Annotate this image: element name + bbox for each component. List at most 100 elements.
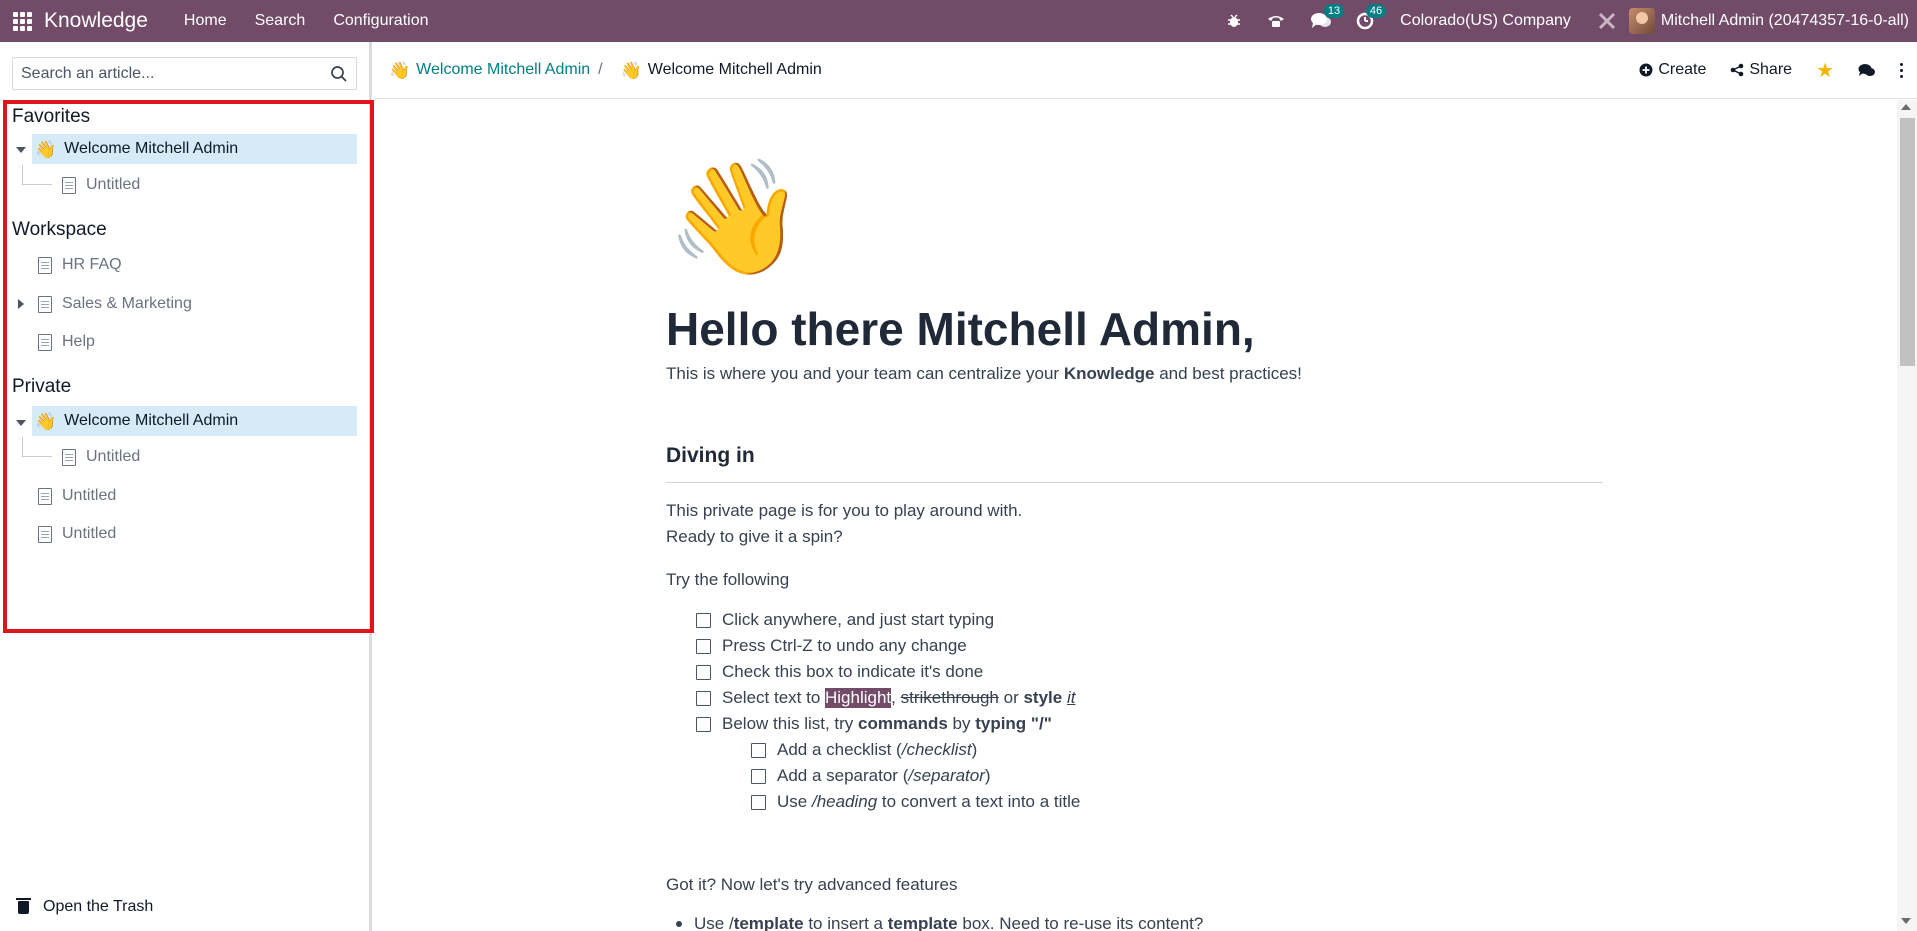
checklist-item[interactable]: Press Ctrl-Z to undo any change [696, 636, 967, 656]
article-emoji-icon[interactable]: 👋 [666, 162, 805, 274]
italic-sample: it [1066, 688, 1076, 707]
scroll-down-arrow-icon[interactable] [1901, 918, 1911, 924]
share-button[interactable]: Share [1730, 61, 1792, 79]
paragraph[interactable]: Try the following [666, 570, 789, 590]
tree-connector [22, 165, 52, 185]
favorite-article-untitled[interactable]: Untitled [56, 170, 356, 200]
article-label: Welcome Mitchell Admin [64, 140, 239, 157]
menu-home[interactable]: Home [170, 0, 241, 42]
private-article-untitled[interactable]: Untitled [32, 519, 357, 549]
article-search-input[interactable] [13, 64, 313, 83]
document-icon [38, 256, 52, 274]
sub-checklist-item[interactable]: Add a separator (/separator) [751, 766, 991, 786]
sub-checklist-item[interactable]: Add a checklist (/checklist) [751, 740, 977, 760]
open-trash-link[interactable]: Open the Trash [16, 897, 153, 916]
checkbox[interactable] [696, 690, 711, 706]
company-switcher[interactable]: Colorado(US) Company [1386, 12, 1585, 30]
checkbox[interactable] [696, 664, 711, 680]
workspace-article-help[interactable]: Help [32, 327, 357, 357]
article-label: Untitled [62, 525, 117, 542]
favorite-article-welcome[interactable]: 👋 Welcome Mitchell Admin [32, 134, 357, 164]
breadcrumb: 👋 Welcome Mitchell Admin / 👋 Welcome Mit… [375, 61, 822, 79]
user-menu[interactable]: Mitchell Admin (20474357-16-0-all) [1628, 8, 1917, 34]
checkbox[interactable] [696, 612, 711, 628]
menu-search[interactable]: Search [241, 0, 320, 42]
favorite-toggle-button[interactable]: ★ [1816, 58, 1834, 83]
phone-icon[interactable] [1254, 0, 1298, 42]
app-grid-icon[interactable] [0, 0, 44, 42]
checklist-text: Check this box to indicate it's done [722, 662, 984, 681]
command-italic: /separator [908, 766, 985, 785]
workspace-title: Workspace [12, 219, 107, 240]
scrollbar-thumb[interactable] [1900, 118, 1915, 366]
workspace-article-hr-faq[interactable]: HR FAQ [32, 250, 357, 280]
scroll-up-arrow-icon[interactable] [1901, 104, 1911, 110]
article-label: Welcome Mitchell Admin [64, 412, 239, 429]
caret-down-icon[interactable] [16, 420, 26, 426]
messages-badge: 13 [1323, 4, 1345, 18]
checklist-item[interactable]: Select text to Highlight, strikethrough … [696, 688, 1075, 708]
template-bold: template [887, 914, 958, 931]
section-heading[interactable]: Diving in [666, 444, 755, 468]
paragraph[interactable]: Got it? Now let's try advanced features [666, 875, 957, 895]
search-icon[interactable] [330, 65, 348, 83]
section-divider [666, 482, 1603, 483]
intro-text: This is where you and your team can cent… [666, 364, 1064, 383]
checklist-text-end: ) [984, 766, 991, 785]
caret-down-icon[interactable] [16, 147, 26, 153]
private-article-untitled-child[interactable]: Untitled [56, 442, 356, 472]
comments-button[interactable] [1858, 63, 1876, 78]
checklist-text: Use [777, 792, 812, 811]
by-text: by [947, 714, 976, 733]
article-intro[interactable]: This is where you and your team can cent… [666, 364, 1302, 384]
private-article-welcome[interactable]: 👋 Welcome Mitchell Admin [32, 406, 357, 436]
article-header: 👋 Welcome Mitchell Admin / 👋 Welcome Mit… [375, 42, 1917, 99]
create-label: Create [1658, 61, 1707, 78]
document-icon [38, 295, 52, 313]
article-search-box[interactable] [12, 57, 357, 90]
paragraph[interactable]: This private page is for you to play aro… [666, 501, 1022, 521]
breadcrumb-parent-link[interactable]: Welcome Mitchell Admin [416, 61, 590, 79]
checkbox[interactable] [696, 638, 711, 654]
checklist-text: Click anywhere, and just start typing [722, 610, 995, 629]
checklist-item[interactable]: Click anywhere, and just start typing [696, 610, 994, 630]
activities-clock-icon[interactable]: 46 [1344, 0, 1387, 42]
user-name: Mitchell Admin (20474357-16-0-all) [1660, 12, 1909, 29]
paragraph[interactable]: Ready to give it a spin? [666, 527, 843, 547]
activities-badge: 46 [1365, 4, 1387, 18]
private-article-untitled[interactable]: Untitled [32, 481, 357, 511]
messages-icon[interactable]: 13 [1298, 0, 1345, 42]
checklist-item[interactable]: Check this box to indicate it's done [696, 662, 983, 682]
checkbox[interactable] [751, 742, 766, 758]
sub-checklist-item[interactable]: Use /heading to convert a text into a ti… [751, 792, 1080, 812]
checklist-text: Add a separator ( [777, 766, 909, 785]
menu-configuration[interactable]: Configuration [319, 0, 442, 42]
checkbox[interactable] [751, 768, 766, 784]
article-title[interactable]: Hello there Mitchell Admin, [666, 302, 1255, 356]
document-icon [62, 176, 76, 194]
article-label: Help [62, 333, 95, 350]
bullet-item[interactable]: Use / template to insert a template box. … [676, 914, 1203, 931]
tools-icon[interactable] [1585, 0, 1629, 42]
share-label: Share [1749, 61, 1793, 78]
debug-bug-icon[interactable] [1214, 0, 1254, 42]
caret-right-icon[interactable] [18, 299, 24, 309]
bold-sample: style [1023, 688, 1063, 707]
checklist-item[interactable]: Below this list, try commands by typing … [696, 714, 1052, 734]
checklist-text: Select text to [722, 688, 825, 707]
workspace-article-sales-marketing[interactable]: Sales & Marketing [32, 289, 357, 319]
favorites-title: Favorites [12, 106, 91, 127]
more-options-button[interactable] [1900, 62, 1903, 78]
breadcrumb-current: Welcome Mitchell Admin [647, 61, 822, 78]
bullet-text: Use / [694, 914, 734, 931]
create-button[interactable]: Create [1639, 61, 1706, 79]
checkbox[interactable] [696, 716, 711, 732]
article-label: Sales & Marketing [62, 295, 192, 312]
breadcrumb-separator: / [598, 61, 603, 78]
article-sidebar: Favorites 👋 Welcome Mitchell Admin Untit… [0, 42, 374, 931]
app-brand[interactable]: Knowledge [44, 9, 148, 33]
share-icon [1731, 63, 1744, 77]
checkbox[interactable] [751, 794, 766, 810]
article-editor[interactable]: 👋 Hello there Mitchell Admin, This is wh… [666, 100, 1606, 931]
waving-hand-icon: 👋 [389, 60, 411, 80]
